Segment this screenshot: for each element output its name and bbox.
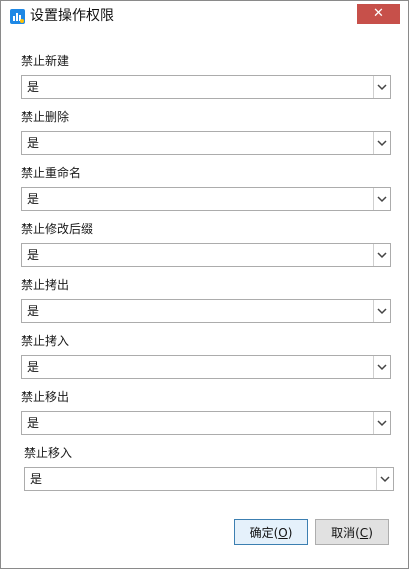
- dropdown-button[interactable]: [373, 188, 390, 210]
- bar-chart-icon-bar: [16, 13, 18, 21]
- cancel-button-label-end: ): [368, 526, 373, 540]
- cancel-button[interactable]: 取消(C): [315, 519, 389, 545]
- ok-button[interactable]: 确定(O): [234, 519, 308, 545]
- select-prohibit-change-extension[interactable]: 是: [21, 243, 391, 267]
- field-label: 禁止拷出: [21, 278, 70, 292]
- field-label: 禁止移出: [21, 390, 70, 404]
- select-value: 是: [27, 360, 40, 374]
- close-icon: ✕: [373, 6, 384, 21]
- bar-chart-icon-bar: [13, 16, 15, 21]
- field-label: 禁止重命名: [21, 166, 82, 180]
- ok-button-label: 确定(: [249, 526, 279, 540]
- select-prohibit-create[interactable]: 是: [21, 75, 391, 99]
- field-label: 禁止拷入: [21, 334, 70, 348]
- select-value: 是: [27, 136, 40, 150]
- field-label: 禁止移入: [24, 446, 73, 460]
- dialog-window: 设置操作权限 ✕ 禁止新建 是 禁止删除 是 禁止重命名 是 禁止修改后缀 是 …: [0, 0, 409, 569]
- bar-chart-icon: [10, 9, 25, 24]
- select-prohibit-move-out[interactable]: 是: [21, 411, 391, 435]
- select-value: 是: [27, 248, 40, 262]
- select-value: 是: [30, 472, 43, 486]
- dropdown-button[interactable]: [373, 76, 390, 98]
- close-button[interactable]: ✕: [357, 4, 400, 24]
- ok-button-accesskey: O: [278, 526, 288, 540]
- field-label: 禁止新建: [21, 54, 70, 68]
- chevron-down-icon: [377, 420, 387, 427]
- title-bar: 设置操作权限 ✕: [1, 1, 408, 31]
- select-value: 是: [27, 416, 40, 430]
- dialog-content: 禁止新建 是 禁止删除 是 禁止重命名 是 禁止修改后缀 是 禁止拷出 是 禁止…: [1, 31, 408, 568]
- cancel-button-accesskey: C: [359, 526, 369, 540]
- select-prohibit-move-in[interactable]: 是: [24, 467, 394, 491]
- field-label: 禁止删除: [21, 110, 70, 124]
- chevron-down-icon: [377, 252, 387, 259]
- dropdown-button[interactable]: [376, 468, 393, 490]
- dropdown-button[interactable]: [373, 244, 390, 266]
- select-prohibit-rename[interactable]: 是: [21, 187, 391, 211]
- cancel-button-label: 取消(: [331, 526, 360, 540]
- bar-chart-icon-dot: [20, 19, 24, 23]
- window-title: 设置操作权限: [30, 8, 114, 24]
- select-value: 是: [27, 304, 40, 318]
- field-label: 禁止修改后缀: [21, 222, 94, 236]
- chevron-down-icon: [377, 140, 387, 147]
- ok-button-label-end: ): [287, 526, 293, 540]
- chevron-down-icon: [377, 364, 387, 371]
- dropdown-button[interactable]: [373, 412, 390, 434]
- dropdown-button[interactable]: [373, 300, 390, 322]
- select-prohibit-delete[interactable]: 是: [21, 131, 391, 155]
- chevron-down-icon: [377, 196, 387, 203]
- select-prohibit-copy-in[interactable]: 是: [21, 355, 391, 379]
- select-value: 是: [27, 80, 40, 94]
- select-value: 是: [27, 192, 40, 206]
- chevron-down-icon: [377, 308, 387, 315]
- chevron-down-icon: [377, 84, 387, 91]
- dropdown-button[interactable]: [373, 132, 390, 154]
- chevron-down-icon: [380, 476, 390, 483]
- select-prohibit-copy-out[interactable]: 是: [21, 299, 391, 323]
- dropdown-button[interactable]: [373, 356, 390, 378]
